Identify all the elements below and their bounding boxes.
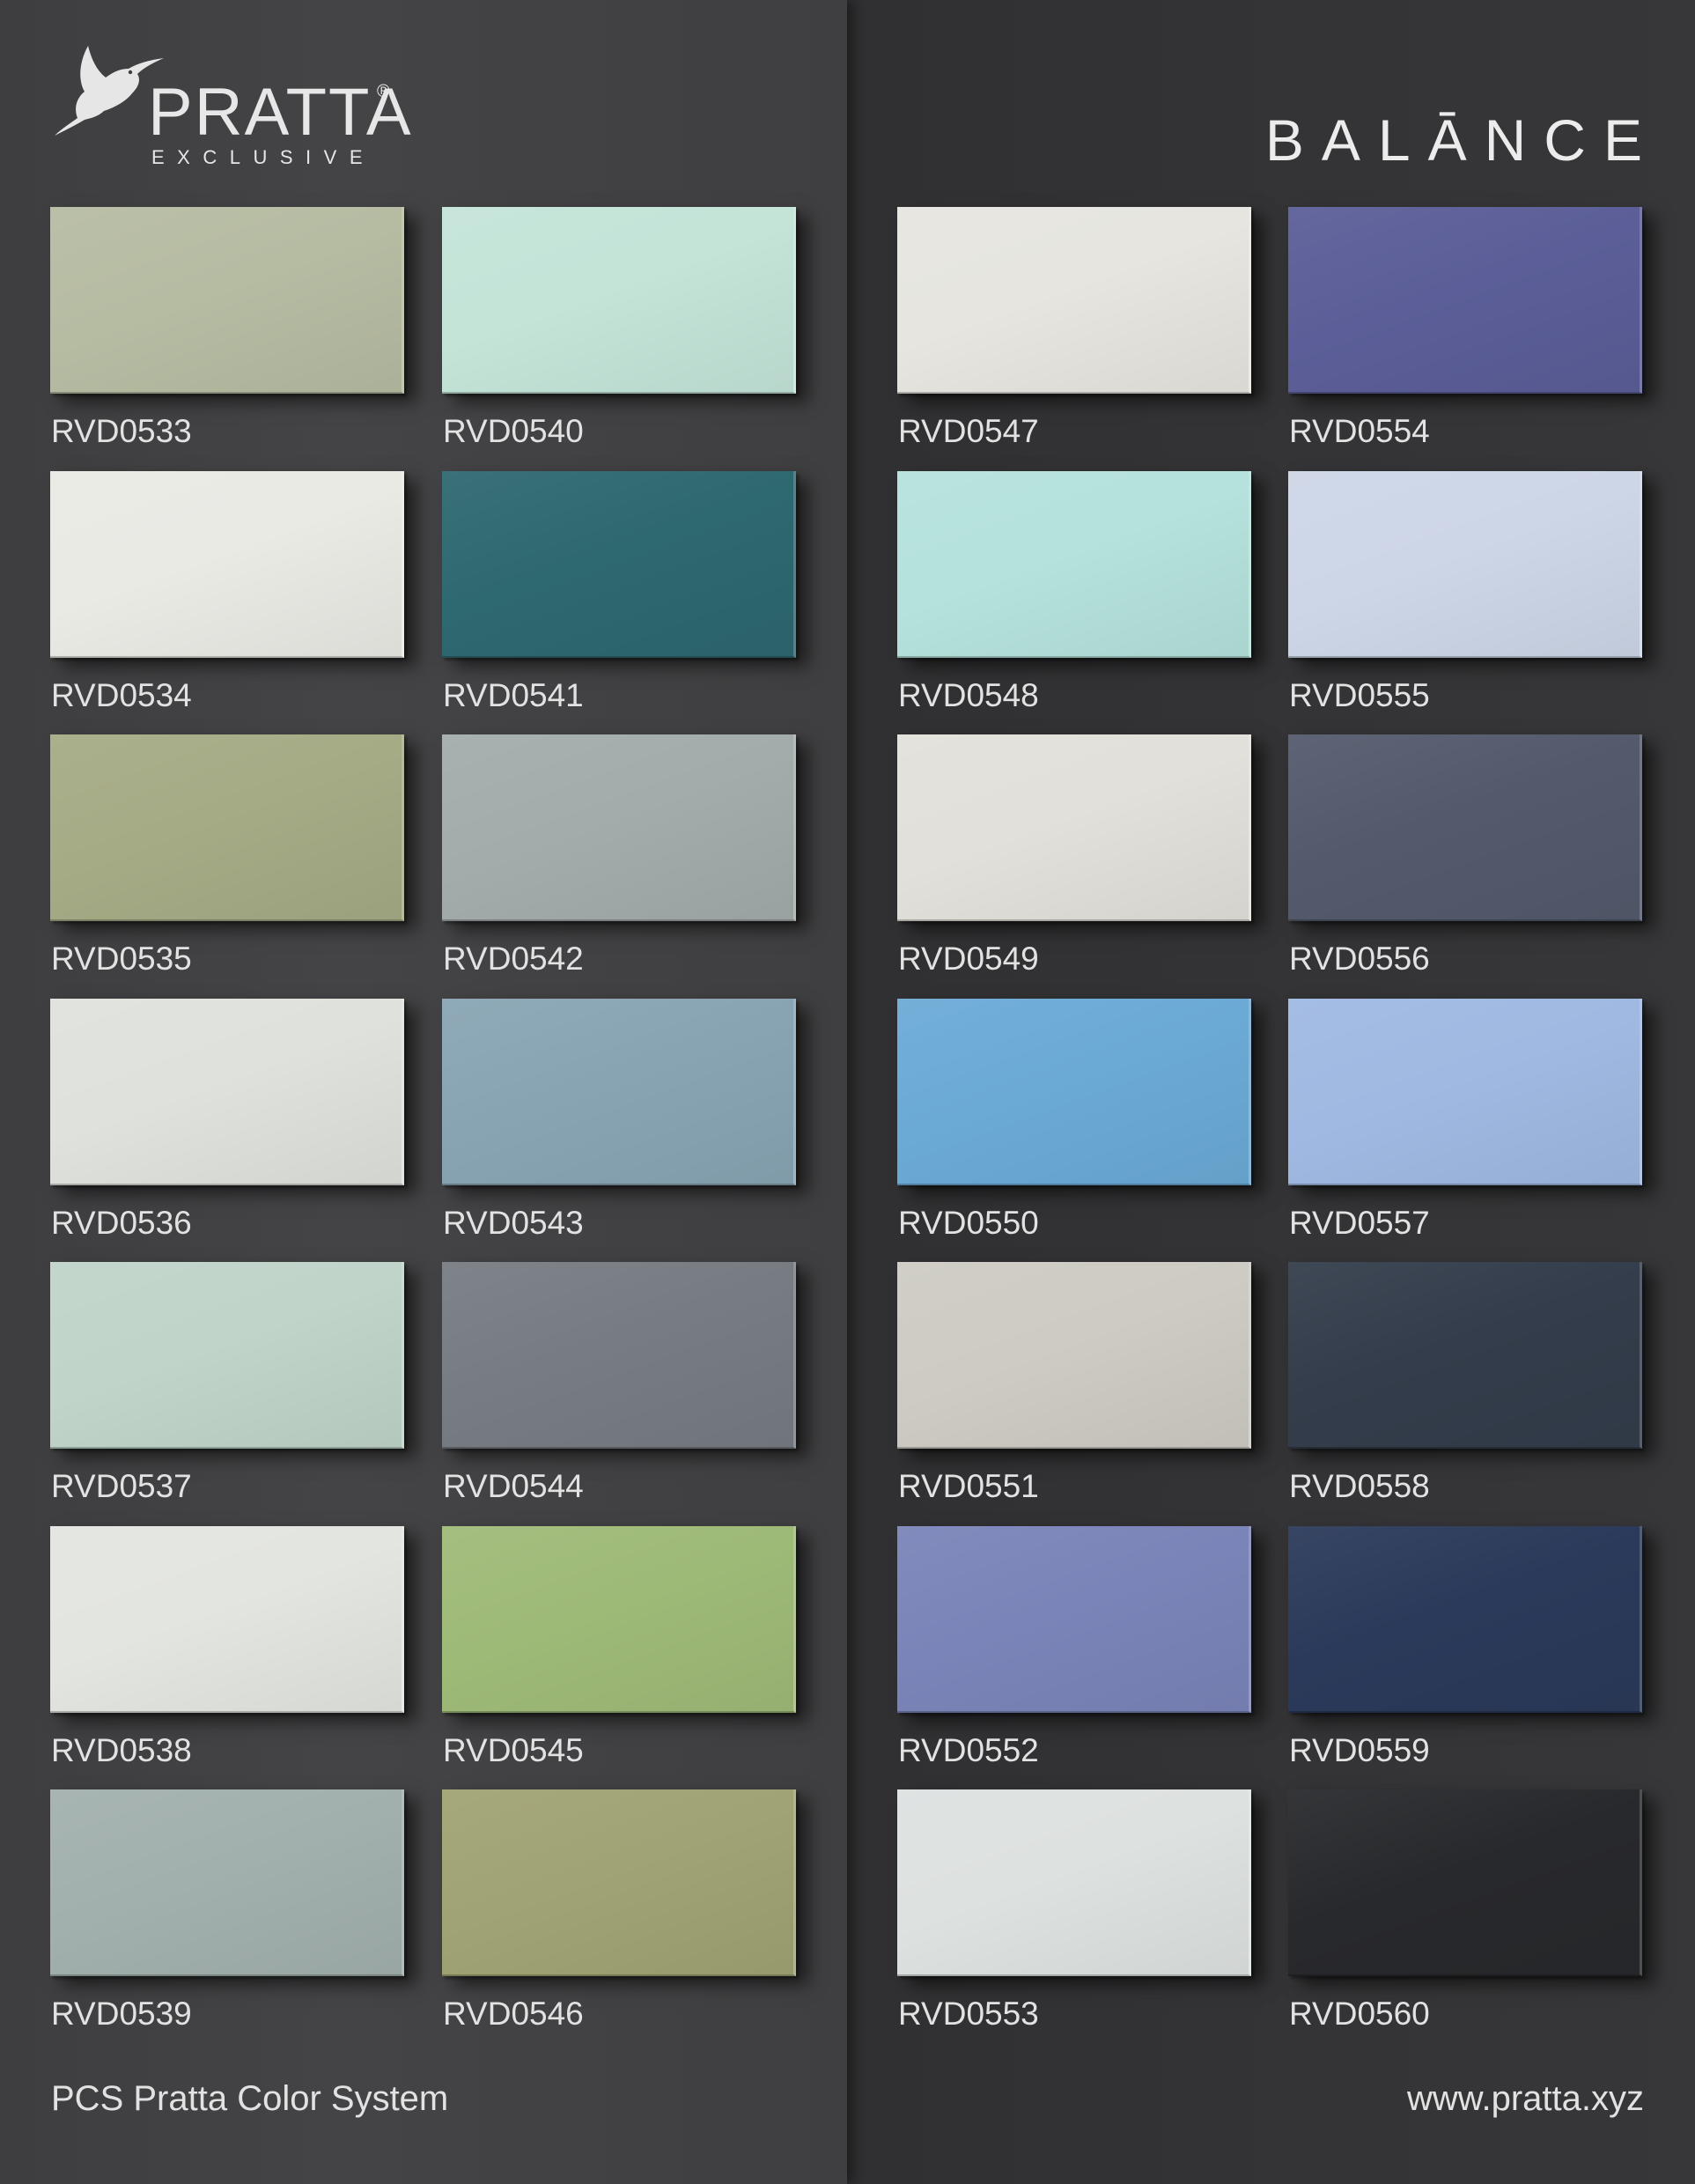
color-swatch[interactable] <box>897 1789 1251 1976</box>
color-swatch[interactable] <box>442 1262 796 1449</box>
color-swatch[interactable] <box>50 1526 404 1713</box>
swatch-code: RVD0550 <box>898 1205 1039 1241</box>
swatch-code: RVD0541 <box>443 677 584 713</box>
color-swatch[interactable] <box>897 1262 1251 1449</box>
color-swatch[interactable] <box>50 734 404 921</box>
color-swatch[interactable] <box>1288 1789 1642 1976</box>
color-swatch[interactable] <box>50 1262 404 1449</box>
registered-mark: ® <box>377 82 390 101</box>
brand-tagline: EXCLUSIVE <box>151 146 375 168</box>
color-swatch[interactable] <box>897 999 1251 1185</box>
swatch-code: RVD0556 <box>1289 941 1430 977</box>
swatch-code: RVD0539 <box>51 1996 192 2032</box>
swatch-code: RVD0545 <box>443 1732 584 1768</box>
swatch-code: RVD0553 <box>898 1996 1039 2032</box>
color-swatch[interactable] <box>50 207 404 394</box>
color-swatch[interactable] <box>897 734 1251 921</box>
color-swatch[interactable] <box>50 471 404 658</box>
swatch-code: RVD0552 <box>898 1732 1039 1768</box>
website-link[interactable]: www.pratta.xyz <box>1407 2081 1644 2116</box>
color-swatch[interactable] <box>442 471 796 658</box>
swatch-code: RVD0558 <box>1289 1468 1430 1504</box>
swatch-code: RVD0533 <box>51 413 192 449</box>
color-swatch[interactable] <box>1288 1262 1642 1449</box>
swatch-code: RVD0542 <box>443 941 584 977</box>
color-swatch[interactable] <box>442 734 796 921</box>
swatch-code: RVD0557 <box>1289 1205 1430 1241</box>
color-swatch[interactable] <box>897 207 1251 394</box>
swatch-code: RVD0538 <box>51 1732 192 1768</box>
swatch-code: RVD0546 <box>443 1996 584 2032</box>
swatch-code: RVD0555 <box>1289 677 1430 713</box>
swatch-code: RVD0534 <box>51 677 192 713</box>
color-swatch[interactable] <box>50 1789 404 1976</box>
swatch-code: RVD0560 <box>1289 1996 1430 2032</box>
swatch-code: RVD0547 <box>898 413 1039 449</box>
swatch-code: RVD0544 <box>443 1468 584 1504</box>
color-swatch[interactable] <box>897 1526 1251 1713</box>
color-swatch[interactable] <box>897 471 1251 658</box>
color-swatch[interactable] <box>50 999 404 1185</box>
color-swatch[interactable] <box>442 207 796 394</box>
swatch-code: RVD0549 <box>898 941 1039 977</box>
color-swatch[interactable] <box>442 1789 796 1976</box>
color-swatch[interactable] <box>442 999 796 1185</box>
swatch-code: RVD0554 <box>1289 413 1430 449</box>
color-swatch[interactable] <box>442 1526 796 1713</box>
color-swatch[interactable] <box>1288 207 1642 394</box>
swatch-code: RVD0535 <box>51 941 192 977</box>
swatch-code: RVD0536 <box>51 1205 192 1241</box>
swatch-code: RVD0537 <box>51 1468 192 1504</box>
brand-logo: PRATTA ® EXCLUSIVE <box>53 44 411 176</box>
color-swatch[interactable] <box>1288 1526 1642 1713</box>
color-swatch[interactable] <box>1288 999 1642 1185</box>
color-system-label: PCS Pratta Color System <box>51 2079 449 2118</box>
color-swatch[interactable] <box>1288 734 1642 921</box>
brand-name: PRATTA <box>148 75 413 150</box>
color-swatch[interactable] <box>1288 471 1642 658</box>
swatch-code: RVD0548 <box>898 677 1039 713</box>
swatch-code: RVD0551 <box>898 1468 1039 1504</box>
swatch-code: RVD0543 <box>443 1205 584 1241</box>
collection-title: BALĀNCE <box>1264 107 1660 173</box>
swatch-code: RVD0540 <box>443 413 584 449</box>
swatch-code: RVD0559 <box>1289 1732 1430 1768</box>
